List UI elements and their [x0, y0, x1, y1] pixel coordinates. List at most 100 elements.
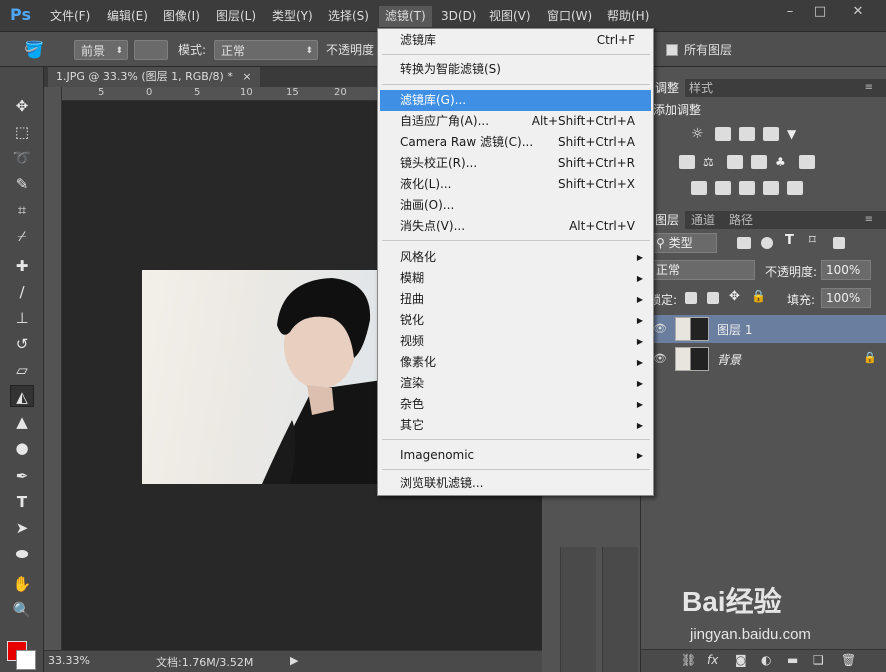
document-image[interactable] — [142, 270, 382, 484]
menu-item-filter-gallery[interactable]: 滤镜库(G)... — [380, 90, 651, 111]
image-filter-icon[interactable] — [737, 237, 751, 249]
close-tab-icon[interactable]: × — [242, 70, 251, 83]
threshold-icon[interactable] — [739, 181, 755, 195]
lock-all-icon[interactable]: 🔒 — [751, 289, 767, 303]
quick-select-tool-icon[interactable]: ✎ — [10, 173, 34, 195]
blur-tool-icon[interactable]: ▲ — [10, 411, 34, 433]
layer-row-layer1[interactable]: 👁 图层 1 — [651, 315, 886, 343]
path-select-tool-icon[interactable]: ➤ — [10, 517, 34, 539]
menu-filter[interactable]: 滤镜(T) — [379, 6, 432, 27]
menu-3d[interactable]: 3D(D) — [441, 8, 476, 25]
pattern-picker[interactable] — [134, 40, 168, 60]
brightness-icon[interactable]: ☼ — [691, 127, 707, 141]
menu-item-imagenomic[interactable]: Imagenomic ▶ — [380, 445, 651, 466]
smart-object-filter-icon[interactable] — [833, 237, 845, 249]
zoom-level[interactable]: 33.33% — [48, 654, 90, 667]
hue-saturation-icon[interactable] — [679, 155, 695, 169]
fill-source-select[interactable]: 前景 ⬍ — [74, 40, 128, 60]
document-tab[interactable]: 1.JPG @ 33.3% (图层 1, RGB/8) * × — [48, 67, 260, 87]
photo-filter-icon[interactable] — [751, 155, 767, 169]
marquee-tool-icon[interactable]: ⬚ — [10, 121, 34, 143]
visibility-eye-icon[interactable]: 👁 — [653, 322, 667, 335]
paint-bucket-tool-icon[interactable]: ◭ — [10, 385, 34, 407]
fx-icon[interactable]: fx — [707, 653, 718, 667]
menu-select[interactable]: 选择(S) — [328, 8, 369, 25]
tab-layers[interactable]: 图层 — [649, 211, 686, 229]
menu-item-stylize[interactable]: 风格化 ▶ — [380, 247, 651, 268]
menu-item-sharpen[interactable]: 锐化 ▶ — [380, 310, 651, 331]
black-white-icon[interactable] — [727, 155, 743, 169]
eraser-tool-icon[interactable]: ▱ — [10, 359, 34, 381]
pen-tool-icon[interactable]: ✒ — [10, 465, 34, 487]
selective-color-icon[interactable] — [763, 181, 779, 195]
menu-item-noise[interactable]: 杂色 ▶ — [380, 394, 651, 415]
adjustment-layer-icon[interactable]: ◐ — [761, 653, 771, 667]
healing-brush-tool-icon[interactable]: ✚ — [10, 255, 34, 277]
menu-item-video[interactable]: 视频 ▶ — [380, 331, 651, 352]
menu-layer[interactable]: 图层(L) — [216, 8, 256, 25]
status-menu-arrow[interactable]: ▶ — [290, 654, 298, 667]
menu-item-adaptive-wide-angle[interactable]: 自适应广角(A)... Alt+Shift+Ctrl+A — [380, 111, 651, 132]
background-color-swatch[interactable] — [16, 650, 36, 670]
adjustment-filter-icon[interactable] — [761, 237, 773, 249]
menu-item-vanishing-point[interactable]: 消失点(V)... Alt+Ctrl+V — [380, 216, 651, 237]
zoom-tool-icon[interactable]: 🔍 — [10, 599, 34, 621]
new-group-icon[interactable]: ▬ — [787, 653, 798, 667]
hand-tool-icon[interactable]: ✋ — [10, 573, 34, 595]
ellipse-tool-icon[interactable]: ⬬ — [10, 543, 34, 565]
menu-item-convert-smart-filters[interactable]: 转换为智能滤镜(S) — [380, 59, 651, 80]
invert-icon[interactable] — [691, 181, 707, 195]
menu-item-lens-correction[interactable]: 镜头校正(R)... Shift+Ctrl+R — [380, 153, 651, 174]
history-brush-tool-icon[interactable]: ↺ — [10, 333, 34, 355]
link-layers-icon[interactable]: ⛓ — [681, 653, 696, 667]
new-layer-icon[interactable]: ❑ — [813, 653, 824, 667]
menu-type[interactable]: 类型(Y) — [272, 8, 313, 25]
menu-edit[interactable]: 编辑(E) — [107, 8, 148, 25]
brush-tool-icon[interactable]: ∕ — [10, 281, 34, 303]
blend-mode-select[interactable]: 正常 — [649, 260, 755, 280]
visibility-eye-icon[interactable]: 👁 — [653, 352, 667, 365]
menu-view[interactable]: 视图(V) — [489, 8, 531, 25]
delete-layer-icon[interactable]: 🗑 — [841, 653, 856, 667]
menu-item-other[interactable]: 其它 ▶ — [380, 415, 651, 436]
vibrance-icon[interactable]: ▼ — [787, 127, 803, 141]
curves-icon[interactable] — [739, 127, 755, 141]
minimize-button[interactable]: – — [778, 4, 802, 20]
panel-menu-icon[interactable]: ≡ — [859, 211, 879, 229]
menu-item-distort[interactable]: 扭曲 ▶ — [380, 289, 651, 310]
color-lookup-icon[interactable] — [799, 155, 815, 169]
channel-mixer-icon[interactable]: ♣ — [775, 155, 791, 169]
posterize-icon[interactable] — [715, 181, 731, 195]
color-balance-icon[interactable]: ⚖ — [703, 155, 719, 169]
close-button[interactable]: ✕ — [846, 4, 870, 20]
lock-transparent-icon[interactable] — [685, 292, 697, 304]
fill-field[interactable]: 100% — [821, 288, 871, 308]
opacity-field[interactable]: 100% — [821, 260, 871, 280]
crop-tool-icon[interactable]: ⌗ — [10, 199, 34, 221]
move-tool-icon[interactable]: ✥ — [10, 95, 34, 117]
restore-button[interactable]: □ — [808, 4, 832, 20]
tab-channels[interactable]: 通道 — [685, 211, 721, 229]
levels-icon[interactable] — [715, 127, 731, 141]
tab-paths[interactable]: 路径 — [723, 211, 759, 229]
eyedropper-tool-icon[interactable]: ⌿ — [10, 225, 34, 247]
clone-stamp-tool-icon[interactable]: ⊥ — [10, 307, 34, 329]
tab-adjustments[interactable]: 调整 — [649, 79, 686, 97]
dodge-tool-icon[interactable]: ● — [10, 437, 34, 459]
menu-item-liquify[interactable]: 液化(L)... Shift+Ctrl+X — [380, 174, 651, 195]
exposure-icon[interactable] — [763, 127, 779, 141]
paint-bucket-icon[interactable]: 🪣 — [24, 40, 44, 60]
menu-item-filter-gallery-last[interactable]: 滤镜库 Ctrl+F — [380, 30, 651, 51]
menu-image[interactable]: 图像(I) — [163, 8, 200, 25]
menu-item-blur[interactable]: 模糊 ▶ — [380, 268, 651, 289]
menu-window[interactable]: 窗口(W) — [547, 8, 592, 25]
lock-position-icon[interactable]: ✥ — [729, 289, 745, 304]
shape-filter-icon[interactable]: ⌑ — [809, 233, 825, 248]
all-layers-checkbox[interactable] — [666, 44, 678, 56]
add-mask-icon[interactable]: ◙ — [735, 653, 747, 667]
menu-item-oil-paint[interactable]: 油画(O)... — [380, 195, 651, 216]
lasso-tool-icon[interactable]: ➰ — [10, 147, 34, 169]
menu-item-pixelate[interactable]: 像素化 ▶ — [380, 352, 651, 373]
panel-menu-icon[interactable]: ≡ — [859, 79, 879, 97]
mode-select[interactable]: 正常 ⬍ — [214, 40, 318, 60]
